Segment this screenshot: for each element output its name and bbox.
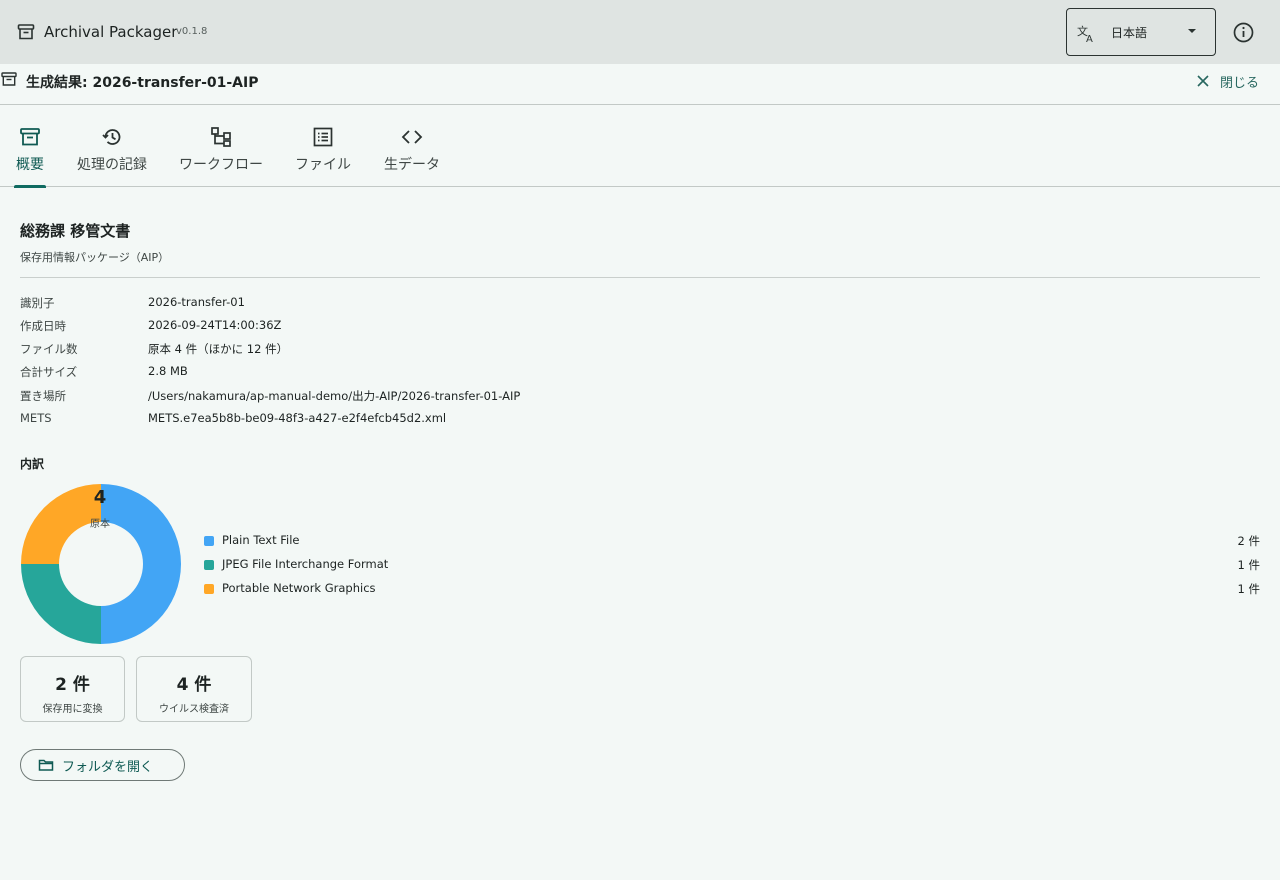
divider	[20, 277, 1260, 278]
legend-row: Portable Network Graphics 1 件	[204, 581, 1260, 601]
svg-text:A: A	[1086, 34, 1093, 43]
legend-row: JPEG File Interchange Format 1 件	[204, 557, 1260, 577]
tab-label: ワークフロー	[179, 157, 263, 173]
tab-label: 生データ	[384, 157, 440, 173]
tab-label: 処理の記録	[77, 157, 147, 173]
file-list-icon	[313, 127, 333, 147]
close-label: 閉じる	[1220, 75, 1260, 91]
language-select[interactable]: 文 A 日本語	[1066, 8, 1216, 56]
legend-name: Portable Network Graphics	[222, 581, 376, 595]
close-button[interactable]: 閉じる	[1196, 70, 1259, 92]
stat-label: 保存用に変換	[42, 704, 103, 715]
metadata-key: METS	[20, 411, 52, 425]
open-folder-button[interactable]: フォルダを開く	[20, 749, 185, 781]
result-header: 生成結果: 2026-transfer-01-AIP 閉じる	[0, 64, 1280, 105]
metadata-value: 2026-09-24T14:00:36Z	[148, 318, 282, 332]
metadata-key: 識別子	[20, 296, 55, 310]
app-version: v0.1.8	[176, 26, 208, 37]
info-icon[interactable]	[1230, 19, 1257, 46]
folder-icon	[38, 759, 54, 771]
metadata-value: /Users/nakamura/ap-manual-demo/出力-AIP/20…	[148, 389, 521, 403]
tab-label: ファイル	[295, 157, 351, 173]
donut-center-label: 原本	[90, 519, 110, 530]
metadata-value: 原本 4 件（ほかに 12 件）	[148, 342, 289, 356]
tab-overview[interactable]: 概要	[14, 105, 46, 188]
package-title: 総務課 移管文書	[20, 222, 131, 240]
legend-swatch	[204, 536, 214, 546]
metadata-value: 2026-transfer-01	[148, 295, 245, 309]
legend-row: Plain Text File 2 件	[204, 533, 1260, 553]
breakdown-title: 内訳	[20, 457, 45, 471]
tab-workflow[interactable]: ワークフロー	[178, 105, 264, 187]
metadata-key: 置き場所	[20, 389, 66, 403]
donut-slice-jpeg-file-interchange-format	[21, 564, 101, 644]
app-title: Archival Packager	[44, 23, 178, 41]
legend-swatch	[204, 560, 214, 570]
stat-value: 4 件	[176, 675, 212, 695]
archive-box-icon	[17, 24, 35, 40]
code-icon	[401, 130, 423, 144]
legend-count: 2 件	[1237, 534, 1260, 548]
app-bar: Archival Packager v0.1.8 文 A 日本語	[0, 0, 1280, 64]
close-icon	[1197, 75, 1209, 87]
tab-history[interactable]: 処理の記録	[76, 105, 148, 187]
history-icon	[102, 129, 121, 145]
stat-value: 2 件	[55, 675, 90, 695]
metadata-key: 合計サイズ	[20, 365, 78, 379]
metadata-value: METS.e7ea5b8b-be09-48f3-a427-e2f4efcb45d…	[148, 411, 447, 425]
legend-swatch	[204, 584, 214, 594]
workflow-icon	[211, 127, 231, 147]
tab-label: 概要	[16, 157, 44, 173]
stat-card-virus-scanned: 4 件 ウイルス検査済	[136, 656, 252, 722]
tab-files[interactable]: ファイル	[294, 105, 352, 187]
language-label: 日本語	[1111, 26, 1148, 40]
caret-down-icon	[1188, 29, 1196, 33]
legend-count: 1 件	[1237, 558, 1260, 572]
legend-name: JPEG File Interchange Format	[222, 557, 389, 571]
archive-box-icon	[1, 72, 17, 86]
tab-raw-data[interactable]: 生データ	[382, 105, 442, 187]
metadata-key: 作成日時	[20, 319, 66, 333]
metadata-key: ファイル数	[20, 342, 78, 356]
donut-slice-plain-text-file	[101, 484, 181, 644]
open-folder-label: フォルダを開く	[62, 759, 154, 775]
translate-icon: 文 A	[1077, 24, 1093, 43]
active-tab-indicator	[14, 185, 46, 188]
metadata-value: 2.8 MB	[148, 364, 188, 378]
legend-count: 1 件	[1237, 582, 1260, 596]
donut-center-value: 4	[93, 487, 107, 508]
archive-box-icon	[20, 128, 40, 146]
legend-name: Plain Text File	[222, 533, 300, 547]
package-subtitle: 保存用情報パッケージ（AIP）	[20, 251, 170, 264]
tab-bar: 概要 処理の記録 ワークフロー ファイル 生データ	[0, 105, 1280, 188]
result-title: 生成結果: 2026-transfer-01-AIP	[26, 75, 259, 91]
stat-label: ウイルス検査済	[159, 704, 229, 715]
stat-card-converted: 2 件 保存用に変換	[20, 656, 125, 722]
